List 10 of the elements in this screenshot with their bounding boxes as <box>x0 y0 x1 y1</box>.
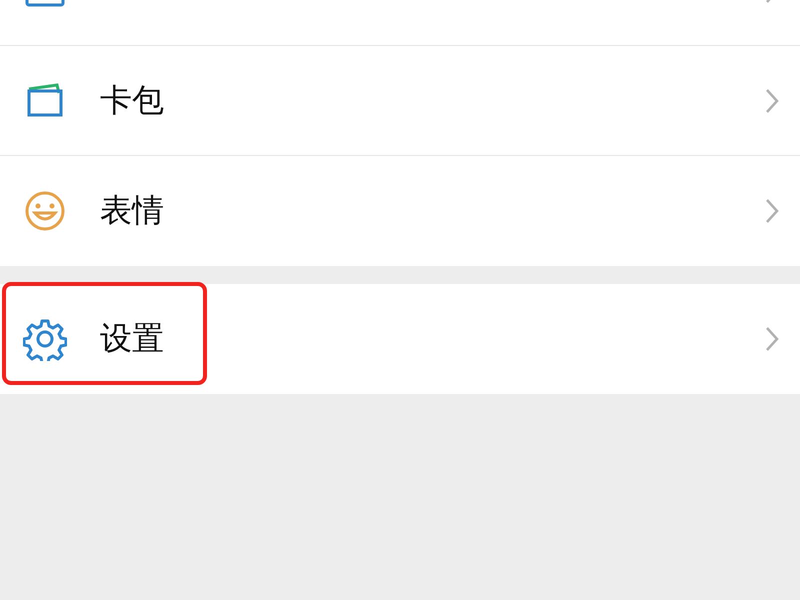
menu-label: 设置 <box>100 318 165 358</box>
menu-label: 表情 <box>100 190 165 230</box>
menu-label: 卡包 <box>100 80 165 120</box>
settings-icon <box>23 316 67 360</box>
smiley-icon <box>23 188 67 232</box>
chevron-right-icon <box>764 324 780 352</box>
menu-row[interactable]: 设置 <box>0 284 800 394</box>
chevron-right-icon <box>764 196 780 224</box>
menu-row[interactable]: 表情 <box>0 156 800 266</box>
chevron-right-icon <box>764 86 780 114</box>
